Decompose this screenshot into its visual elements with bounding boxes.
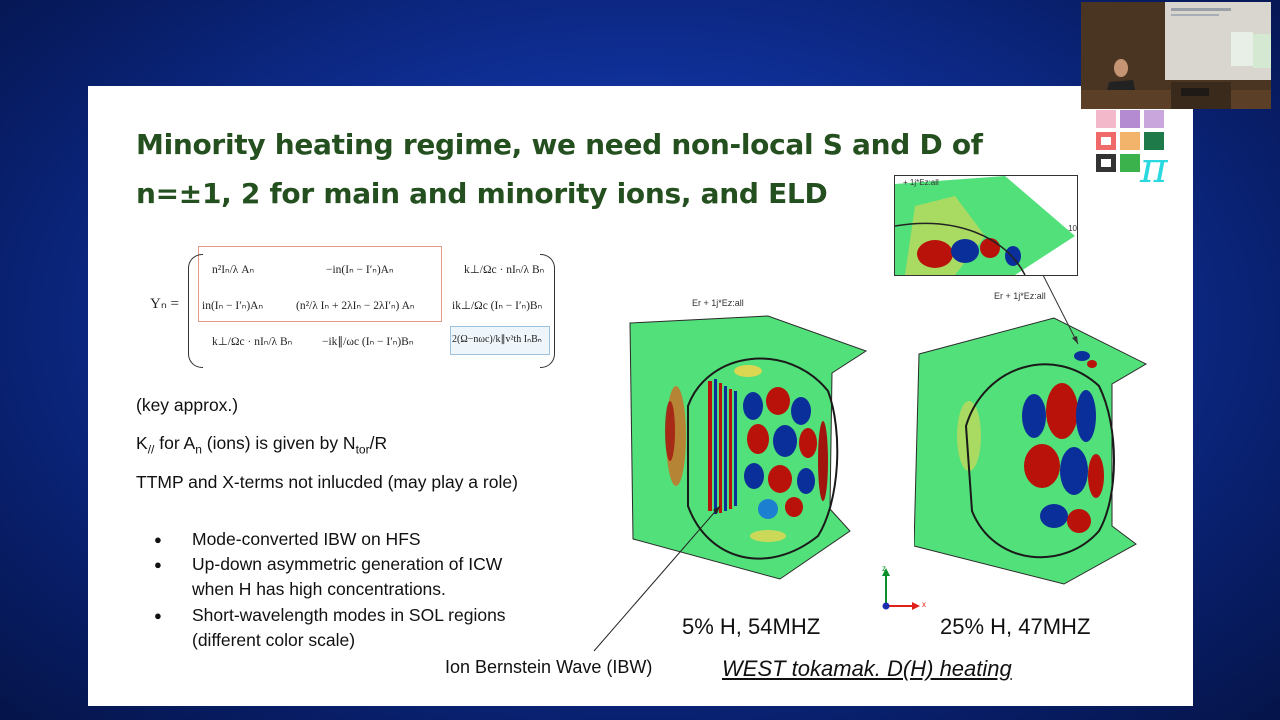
svg-text:π: π (1139, 143, 1169, 188)
caption-25pct: 25% H, 47MHZ (940, 614, 1091, 639)
axis-x-label: x (922, 600, 926, 609)
west-tokamak-label: WEST tokamak. D(H) heating (722, 656, 1012, 681)
slide-panel: Minority heating regime, we need non-loc… (88, 86, 1193, 706)
axis-z-label: z (882, 564, 886, 573)
annotation-arrows (593, 274, 1079, 652)
pi-logo-icon: π (1096, 110, 1169, 188)
caption-5pct: 5% H, 54MHZ (682, 614, 821, 639)
speaker-webcam-overlay (1081, 2, 1271, 109)
webcam-image (1081, 2, 1271, 109)
ibw-label: Ion Bernstein Wave (IBW) (445, 657, 653, 677)
